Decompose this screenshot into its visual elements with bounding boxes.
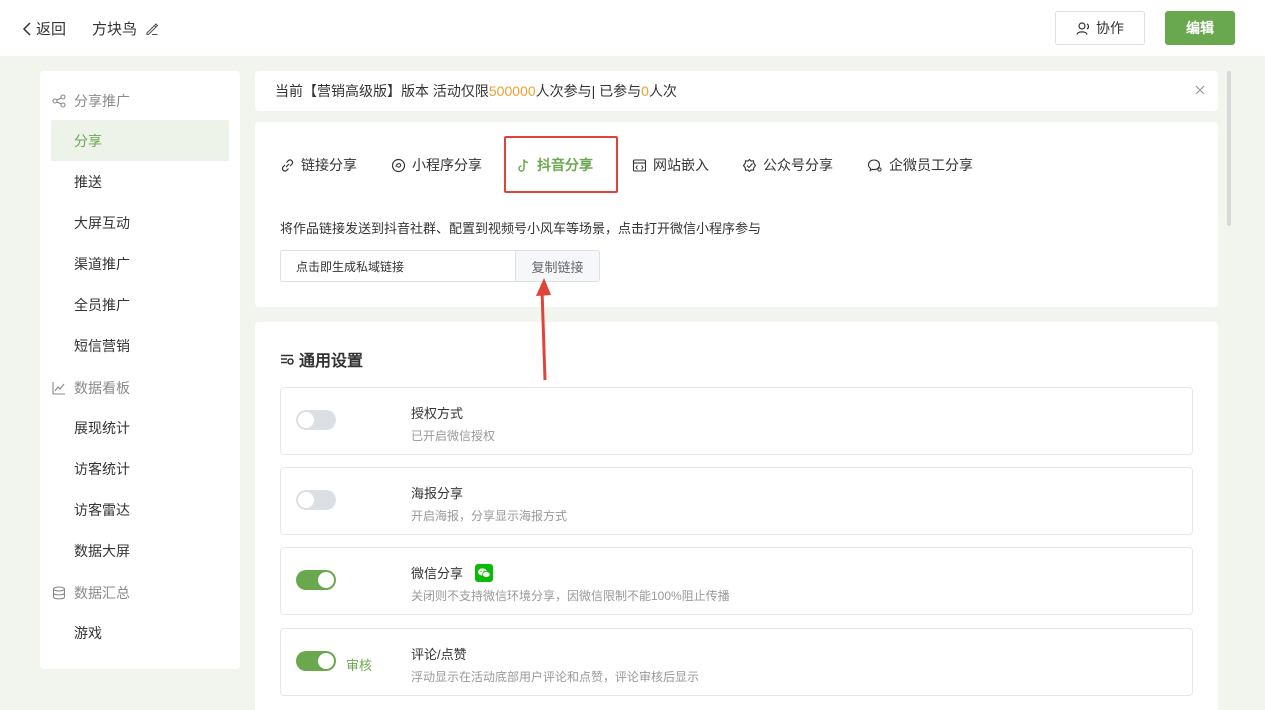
embed-icon <box>632 158 647 172</box>
chevron-left-icon <box>22 21 31 36</box>
document-title: 方块鸟 <box>92 18 159 39</box>
sidebar-group-data-summary: 数据汇总 <box>52 583 130 603</box>
sidebar-item-visitors[interactable]: 访客统计 <box>51 448 229 489</box>
sidebar-group-label: 数据汇总 <box>74 585 130 601</box>
edit-button[interactable]: 编辑 <box>1165 11 1235 45</box>
collaborate-label: 协作 <box>1096 20 1124 36</box>
tab-label: 链接分享 <box>301 157 357 173</box>
sidebar-item-visitor-radar[interactable]: 访客雷达 <box>51 489 229 530</box>
setting-title: 微信分享 <box>411 566 464 581</box>
page-scrollbar[interactable] <box>1227 71 1231 226</box>
chart-line-icon <box>52 382 65 395</box>
setting-description: 浮动显示在活动底部用户评论和点赞，评论审核后显示 <box>411 670 700 684</box>
sidebar: 分享推广 分享 推送 大屏互动 渠道推广 全员推广 短信营销 数据看板 展现统计… <box>40 71 240 669</box>
tab-miniprogram-share[interactable]: 小程序分享 <box>391 154 482 176</box>
setting-title: 评论/点赞 <box>411 647 467 662</box>
setting-title: 授权方式 <box>411 406 464 421</box>
comments-likes-toggle[interactable] <box>296 651 336 671</box>
setting-title: 海报分享 <box>411 486 464 501</box>
notice-middle: 人次参与| 已参与 <box>535 83 642 99</box>
tab-label: 网站嵌入 <box>653 157 709 173</box>
link-icon <box>281 158 294 172</box>
sidebar-item-big-screen[interactable]: 大屏互动 <box>51 202 229 243</box>
tab-label: 小程序分享 <box>412 157 482 173</box>
tab-official-account-share[interactable]: 公众号分享 <box>742 154 833 176</box>
tab-wecom-share[interactable]: 企微员工分享 <box>867 154 973 176</box>
sidebar-item-channel[interactable]: 渠道推广 <box>51 243 229 284</box>
wechat-icon <box>475 563 494 582</box>
database-icon <box>52 586 66 600</box>
setting-row-comments-likes: 审核 评论/点赞 浮动显示在活动底部用户评论和点赞，评论审核后显示 <box>280 628 1193 696</box>
sidebar-item-share[interactable]: 分享 <box>51 120 229 161</box>
private-link-input[interactable] <box>280 250 516 282</box>
review-label: 审核 <box>346 658 373 673</box>
sidebar-group-label: 数据看板 <box>74 380 130 396</box>
notice-suffix: 人次 <box>648 83 677 99</box>
setting-row-authorization: 授权方式 已开启微信授权 <box>280 387 1193 455</box>
sidebar-item-all-staff[interactable]: 全员推广 <box>51 284 229 325</box>
tab-label: 公众号分享 <box>763 157 833 173</box>
setting-row-wechat-share: 微信分享 关闭则不支持微信环境分享，因微信限制不能100%阻止传播 <box>280 547 1193 615</box>
sidebar-group-data-board: 数据看板 <box>52 378 130 398</box>
annotation-arrow <box>536 278 551 381</box>
sidebar-item-sms[interactable]: 短信营销 <box>51 325 229 366</box>
notice-joined: 0 <box>641 83 649 99</box>
settings-title: 通用设置 <box>299 353 364 370</box>
setting-title-wrap: 微信分享 <box>411 563 494 582</box>
top-bar: 返回 方块鸟 协作 编辑 <box>0 0 1265 56</box>
wechat-share-toggle[interactable] <box>296 570 336 590</box>
notice-prefix: 当前【营销高级版】版本 活动仅限 <box>275 83 489 99</box>
share-description: 将作品链接发送到抖音社群、配置到视频号小风车等场景，点击打开微信小程序参与 <box>280 221 762 236</box>
document-title-text: 方块鸟 <box>92 21 138 38</box>
collaborate-button[interactable]: 协作 <box>1055 11 1145 45</box>
sidebar-item-impressions[interactable]: 展现统计 <box>51 407 229 448</box>
sidebar-item-push[interactable]: 推送 <box>51 161 229 202</box>
share-icon <box>52 94 66 108</box>
general-settings-card: 通用设置 授权方式 已开启微信授权 海报分享 开启海报，分享显示海报方式 微信分… <box>255 322 1218 710</box>
official-account-icon <box>742 158 757 172</box>
tab-link-share[interactable]: 链接分享 <box>280 154 357 176</box>
miniprogram-icon <box>391 158 406 172</box>
settings-sliders-icon <box>281 354 294 365</box>
sidebar-item-game[interactable]: 游戏 <box>51 612 229 653</box>
close-icon[interactable] <box>1194 83 1206 99</box>
tab-label: 企微员工分享 <box>889 157 973 173</box>
user-icon <box>1076 21 1090 35</box>
poster-share-toggle[interactable] <box>296 490 336 510</box>
wecom-icon <box>867 158 882 172</box>
back-button[interactable]: 返回 <box>22 18 66 39</box>
authorization-toggle[interactable] <box>296 410 336 430</box>
tab-website-embed[interactable]: 网站嵌入 <box>632 154 709 176</box>
back-label: 返回 <box>36 21 67 38</box>
setting-description: 开启海报，分享显示海报方式 <box>411 509 568 523</box>
notice-limit: 500000 <box>488 83 536 99</box>
sidebar-group-label: 分享推广 <box>74 93 130 109</box>
active-tab-annotation-box <box>504 136 618 193</box>
version-notice: 当前【营销高级版】版本 活动仅限 500000 人次参与| 已参与 0 人次 <box>255 71 1218 111</box>
setting-description: 已开启微信授权 <box>411 429 496 443</box>
edit-title-icon[interactable] <box>145 22 159 36</box>
sidebar-item-data-screen[interactable]: 数据大屏 <box>51 530 229 571</box>
setting-row-poster-share: 海报分享 开启海报，分享显示海报方式 <box>280 467 1193 535</box>
setting-description: 关闭则不支持微信环境分享，因微信限制不能100%阻止传播 <box>411 589 730 603</box>
share-card: 链接分享 小程序分享 抖音分享 网站嵌入 公众号分享 企微员工分享 将作品链接发… <box>255 122 1218 307</box>
settings-header: 通用设置 <box>280 347 363 371</box>
sidebar-group-share-promotion: 分享推广 <box>52 91 130 111</box>
